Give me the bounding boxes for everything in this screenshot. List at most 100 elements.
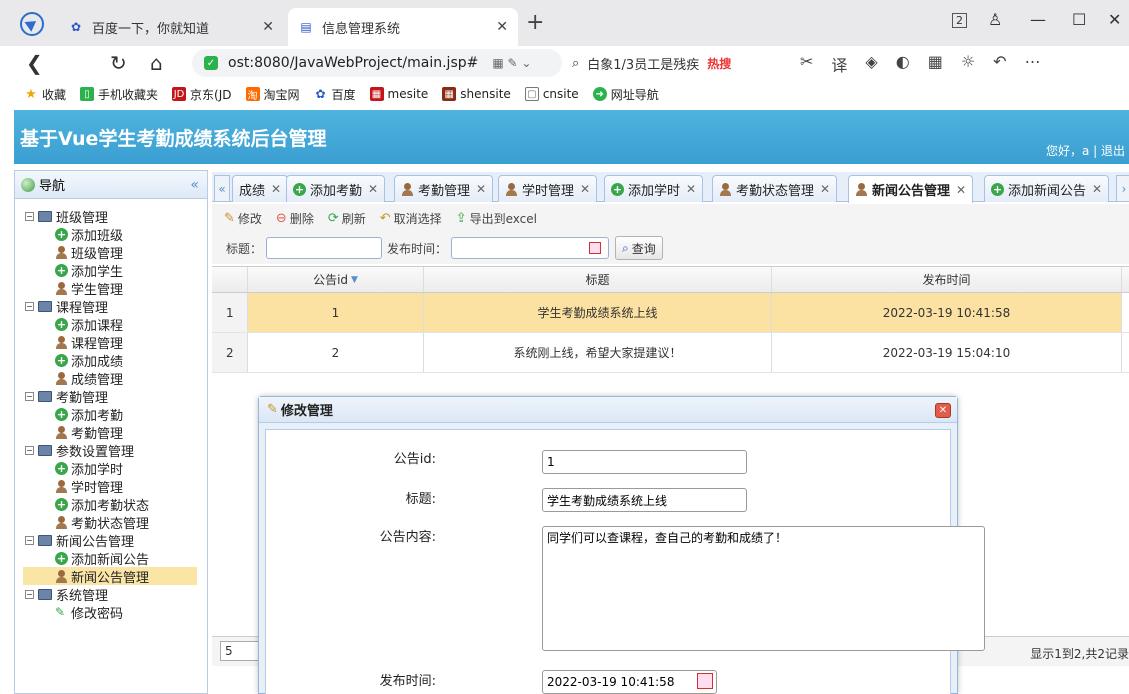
bookmark-mesite[interactable]: ▦ mesite [369,87,428,101]
nav-group[interactable]: − 新闻公告管理 [15,531,207,550]
tab-close-icon[interactable]: ✕ [368,182,378,196]
refresh-button[interactable]: ⟳ 刷新 [328,210,366,227]
nav-item[interactable]: 考勤状态管理 [15,513,207,532]
user-info-logout[interactable]: 您好，a | 退出 [1046,142,1125,159]
bookmark-shensite[interactable]: ▦ shensite [442,87,511,101]
dialog-close-icon[interactable]: ✕ [935,403,951,418]
nav-item[interactable]: 考勤管理 [15,423,207,442]
nav-item[interactable]: + 添加考勤状态 [15,495,207,514]
page-size-select[interactable]: 5 [220,641,260,661]
bookmark-jd[interactable]: JD 京东(JD [172,86,232,103]
main-tab[interactable]: 考勤状态管理 ✕ [712,175,838,202]
main-tab[interactable]: 考勤管理 ✕ [394,175,494,202]
title-field[interactable] [542,488,747,512]
game-icon[interactable]: ◐ [896,52,910,76]
url-field[interactable]: ✓ ost:8080/JavaWebProject/main.jsp# ▦ ✎ … [192,49,562,77]
time-field[interactable] [542,670,717,694]
new-tab-icon[interactable]: + [526,10,544,35]
tab-close-icon[interactable]: ✕ [496,19,508,35]
nav-group[interactable]: − 参数设置管理 [15,441,207,460]
nav-item[interactable]: 成绩管理 [15,369,207,388]
nav-item[interactable]: 班级管理 [15,243,207,262]
column-header-id[interactable]: 公告id ▼ [248,267,424,292]
tab-close-icon[interactable]: ✕ [1092,182,1102,196]
bookmark-taobao[interactable]: 淘淘宝网 [245,86,300,103]
edit-button[interactable]: ✎ 修改 [224,210,262,227]
browser-tab-baidu[interactable]: ✿ 百度一下，你就知道 ✕ [58,8,284,46]
collapse-toggle-icon[interactable]: − [25,589,34,599]
main-tab[interactable]: 学时管理 ✕ [498,175,598,202]
tab-close-icon[interactable]: ✕ [262,19,274,35]
content-textarea[interactable]: 同学们可以查课程，查自己的考勤和成绩了！ [542,526,985,651]
id-field[interactable] [542,450,747,474]
nav-group[interactable]: − 考勤管理 [15,387,207,406]
collapse-left-icon[interactable]: « [190,177,199,193]
nav-group[interactable]: − 系统管理 [15,585,207,604]
home-icon[interactable]: ⌂ [150,51,163,75]
apps-grid-icon[interactable]: ▦ [928,52,943,76]
nav-group[interactable]: − 课程管理 [15,297,207,316]
tab-close-icon[interactable]: ✕ [820,182,830,196]
skin-icon[interactable]: ♙ [988,10,1002,29]
qr-icon[interactable]: ▦ ✎ ⌄ [492,56,531,70]
nav-item[interactable]: 学时管理 [15,477,207,496]
title-filter-input[interactable] [266,237,383,259]
query-button[interactable]: ⌕ 查询 [615,236,663,260]
collapse-toggle-icon[interactable]: − [25,535,34,545]
cancel-select-button[interactable]: ↶ 取消选择 [380,210,442,227]
main-tab[interactable]: 新闻公告管理 ✕ [848,175,974,203]
calendar-icon[interactable] [697,673,713,689]
nav-group[interactable]: − 班级管理 [15,207,207,226]
translate-icon[interactable]: 译 [831,52,847,76]
browser-logo-icon[interactable] [20,12,44,36]
browser-search-box[interactable]: ⌕ 白象1/3员工是残疾 热搜 [572,49,788,77]
close-window-icon[interactable]: ✕ [1108,10,1121,29]
hot-search-label[interactable]: 热搜 [707,55,731,72]
reload-icon[interactable]: ↻ [110,51,127,75]
nav-item[interactable]: + 添加班级 [15,225,207,244]
nav-item[interactable]: + 添加学生 [15,261,207,280]
maximize-icon[interactable]: ☐ [1072,10,1086,29]
nav-item[interactable]: + 添加考勤 [15,405,207,424]
main-tab[interactable]: + 添加考勤 ✕ [286,175,386,202]
nav-item[interactable]: ✎ 修改密码 [15,603,207,622]
collapse-toggle-icon[interactable]: − [25,391,34,401]
tab-close-icon[interactable]: ✕ [580,182,590,196]
window-count-badge[interactable]: 2 [952,13,967,28]
main-tab[interactable]: + 添加学时 ✕ [604,175,704,202]
bookmark-cnsite[interactable]: ▢ cnsite [524,87,579,101]
time-filter-input[interactable] [451,237,610,259]
nav-item[interactable]: + 添加成绩 [15,351,207,370]
export-excel-button[interactable]: ⇪ 导出到excel [456,210,537,227]
more-icon[interactable]: ⋯ [1025,52,1041,76]
undo-icon[interactable]: ↶ [993,52,1006,76]
nav-item[interactable]: 课程管理 [15,333,207,352]
tab-close-icon[interactable]: ✕ [476,182,486,196]
main-tab[interactable]: + 添加新闻公告 ✕ [984,175,1110,202]
main-tab[interactable]: 成绩 ✕ [232,175,289,202]
bookmark-mobile[interactable]: ▯ 手机收藏夹 [80,86,158,103]
browser-tab-active[interactable]: ▤ 信息管理系统 ✕ [288,8,518,46]
tab-close-icon[interactable]: ✕ [271,182,281,196]
bookmark-favorites[interactable]: ★ 收藏 [24,86,66,103]
column-header-time[interactable]: 发布时间 [772,267,1122,292]
tab-close-icon[interactable]: ✕ [686,182,696,196]
back-icon[interactable]: ❮ [26,51,43,75]
tab-close-icon[interactable]: ✕ [956,183,966,197]
minimize-icon[interactable]: — [1030,10,1046,29]
tabs-scroll-right-icon[interactable]: › [1116,175,1129,202]
column-header-title[interactable]: 标题 [424,267,772,292]
collapse-toggle-icon[interactable]: − [25,211,34,221]
nav-item[interactable]: + 添加新闻公告 [15,549,207,568]
delete-button[interactable]: ⊖ 删除 [276,210,314,227]
collapse-toggle-icon[interactable]: − [25,301,34,311]
calendar-icon[interactable] [589,242,602,254]
nav-item[interactable]: 学生管理 [15,279,207,298]
tabs-scroll-left-icon[interactable]: « [214,175,230,202]
table-row[interactable]: 2 2 系统刚上线，希望大家提建议！ 2022-03-19 15:04:10 [212,333,1129,373]
table-row[interactable]: 1 1 学生考勤成绩系统上线 2022-03-19 10:41:58 [212,293,1129,333]
bookmark-baidu[interactable]: ✿ 百度 [314,86,355,103]
nav-item[interactable]: 新闻公告管理 [23,567,197,586]
scissors-icon[interactable]: ✂ [800,52,813,76]
collapse-toggle-icon[interactable]: − [25,445,34,455]
